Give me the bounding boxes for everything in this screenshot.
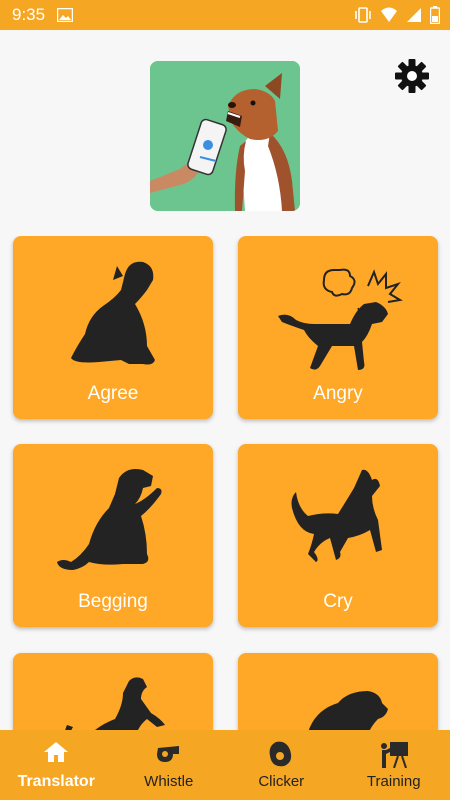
cellular-icon — [406, 7, 422, 23]
card-angry[interactable]: Angry — [238, 236, 438, 419]
status-bar: 9:35 — [0, 0, 450, 30]
begging-dog-icon — [57, 469, 162, 570]
card-label: Agree — [87, 383, 139, 404]
hero-image — [150, 61, 300, 211]
status-time: 9:35 — [12, 5, 46, 24]
whistle-icon — [155, 740, 183, 769]
card-label: Begging — [78, 591, 148, 612]
settings-button[interactable] — [392, 56, 432, 96]
gear-icon — [395, 59, 429, 93]
sitting-dog-icon — [71, 261, 155, 365]
howling-dog-icon — [291, 469, 382, 562]
nav-label: Translator — [17, 773, 95, 790]
nav-translator[interactable]: Translator — [0, 730, 113, 800]
dog-translator-photo — [150, 61, 300, 211]
card-label: Angry — [313, 383, 363, 404]
nav-label: Training — [366, 773, 421, 790]
emotion-grid: Agree Angry Begging Cry — [0, 236, 450, 730]
vibrate-icon — [354, 7, 372, 23]
home-icon — [43, 740, 69, 769]
nav-whistle[interactable]: Whistle — [113, 730, 226, 800]
nav-clicker[interactable]: Clicker — [225, 730, 338, 800]
nav-training[interactable]: Training — [338, 730, 450, 800]
card-jump[interactable] — [13, 653, 213, 730]
battery-icon — [430, 6, 440, 24]
bottom-nav: Translator Whistle Clicker Training — [0, 730, 450, 800]
card-cry[interactable]: Cry — [238, 444, 438, 627]
card-agree[interactable]: Agree — [13, 236, 213, 419]
card-begging[interactable]: Begging — [13, 444, 213, 627]
clicker-icon — [268, 740, 294, 773]
training-icon — [378, 740, 410, 773]
angry-dog-icon — [278, 268, 403, 370]
nav-label: Whistle — [144, 773, 194, 790]
image-icon — [57, 8, 74, 22]
nav-label: Clicker — [258, 773, 305, 790]
jumping-dog-icon — [65, 677, 165, 730]
card-label: Cry — [323, 591, 353, 612]
card-dog-head[interactable] — [238, 653, 438, 730]
dog-head-icon — [308, 691, 388, 730]
wifi-icon — [380, 7, 398, 23]
